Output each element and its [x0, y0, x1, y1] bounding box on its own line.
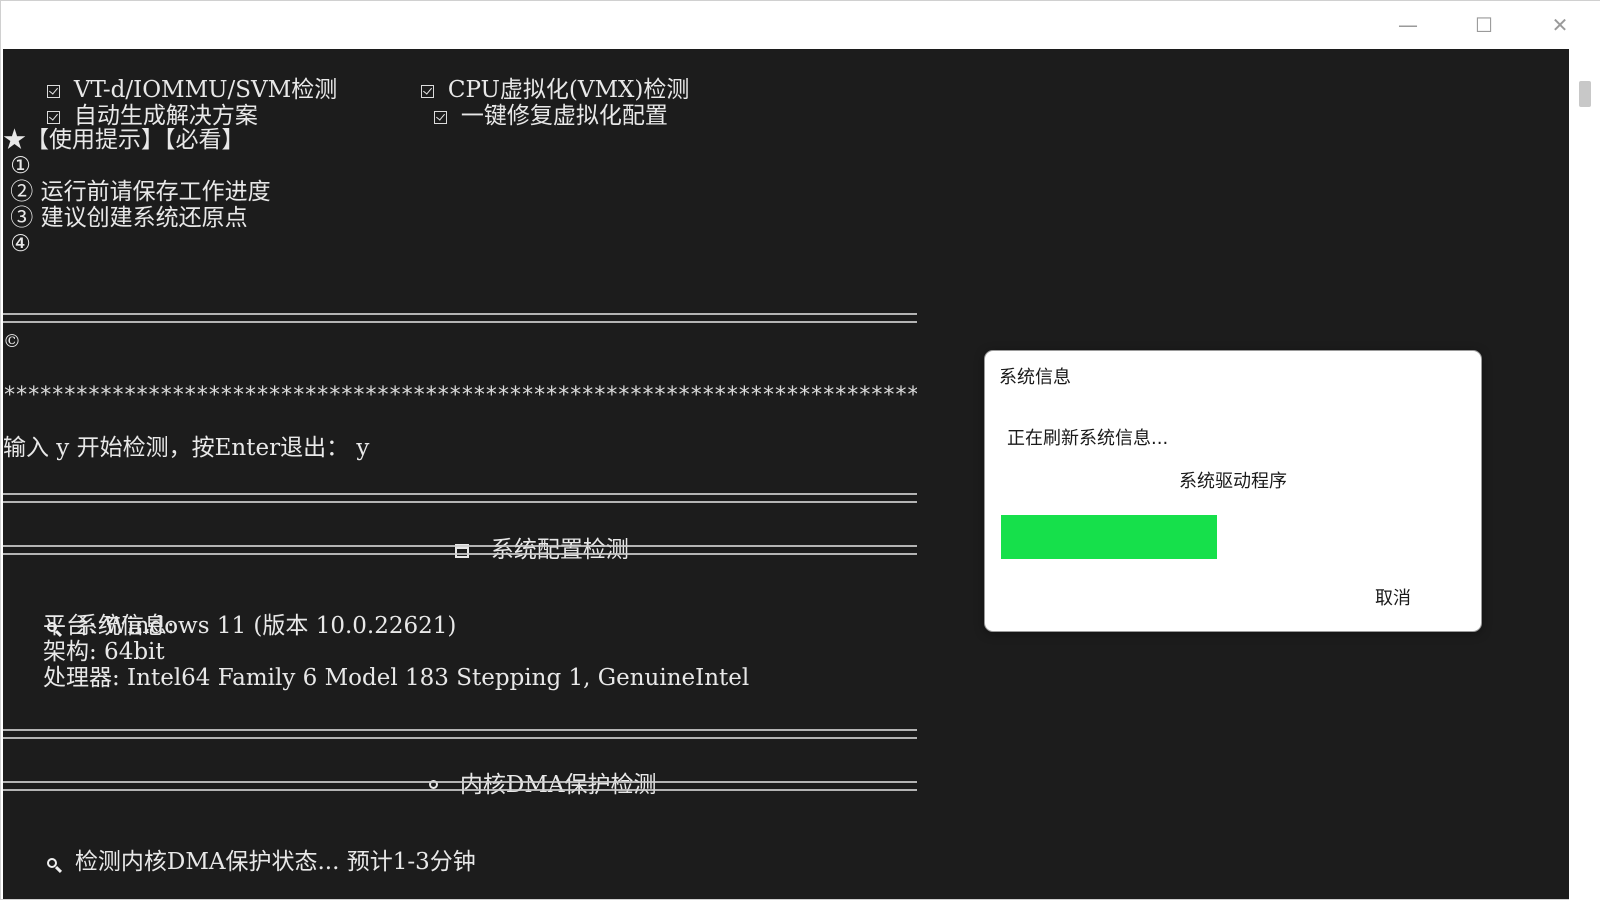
maximize-button[interactable]: ☐: [1449, 1, 1519, 49]
scrollbar-track[interactable]: [1569, 49, 1600, 901]
dialog-subtext: 系统驱动程序: [1179, 471, 1287, 492]
progress-bar: [1001, 515, 1461, 559]
close-button[interactable]: ✕: [1525, 1, 1595, 49]
feature-row-2b: 一键修复虚拟化配置: [390, 77, 668, 155]
dma-status-row: 检测内核DMA保护状态... 预计1-3分钟: [3, 823, 476, 899]
feature-one-click-fix: 一键修复虚拟化配置: [460, 103, 668, 129]
sysinfo-platform: 平台: Windows 11 (版本 10.0.22621): [43, 613, 457, 639]
copyright-symbol: ©: [3, 331, 21, 352]
dma-status: 检测内核DMA保护状态... 预计1-3分钟: [74, 849, 476, 875]
title-bar[interactable]: — ☐ ✕: [1, 1, 1600, 49]
stars-divider: ****************************************…: [3, 383, 917, 408]
tip-3: ③ 建议创建系统还原点: [3, 205, 248, 231]
separator: [3, 493, 917, 503]
sysinfo-cpu: 处理器: Intel64 Family 6 Model 183 Stepping…: [43, 665, 750, 691]
input-prompt: 输入 y 开始检测，按Enter退出： y: [3, 435, 370, 461]
close-icon: ✕: [1551, 13, 1569, 37]
console-window: — ☐ ✕ VT-d/IOMMU/SVM检测 CPU虚拟化(VMX)检测 自动生…: [0, 0, 1600, 901]
separator: [3, 313, 917, 323]
feature-auto-solution: 自动生成解决方案: [73, 103, 258, 129]
sysinfo-arch: 架构: 64bit: [43, 639, 165, 665]
dialog-message: 正在刷新系统信息...: [1007, 428, 1169, 449]
tip-4: ④: [3, 231, 31, 257]
checkbox-checked-icon: [46, 110, 60, 124]
cancel-button[interactable]: 取消: [1343, 577, 1443, 617]
separator: [3, 781, 917, 791]
minimize-icon: —: [1398, 13, 1418, 37]
tips-header: ★【使用提示】【必看】: [3, 127, 245, 153]
separator: [3, 545, 917, 555]
separator: [3, 729, 917, 739]
checkbox-checked-icon: [433, 110, 447, 124]
search-icon: [46, 858, 57, 868]
minimize-button[interactable]: —: [1373, 1, 1443, 49]
progress-fill: [1001, 515, 1218, 559]
tip-1: ①: [3, 153, 31, 179]
tip-2: ② 运行前请保存工作进度: [3, 179, 271, 205]
dialog-title: 系统信息: [999, 367, 1071, 388]
scrollbar-thumb[interactable]: [1579, 81, 1591, 107]
maximize-icon: ☐: [1475, 13, 1493, 37]
system-info-dialog: 系统信息 正在刷新系统信息... 系统驱动程序 取消: [984, 350, 1482, 632]
